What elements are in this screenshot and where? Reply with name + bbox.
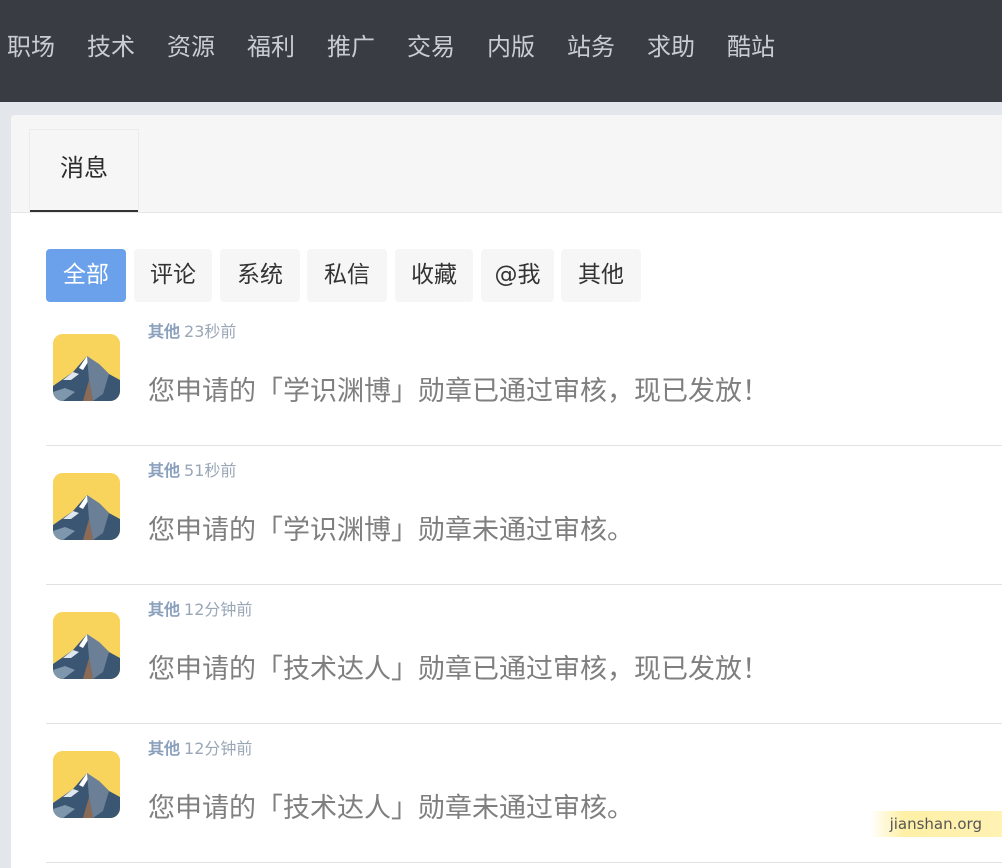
message-time: 12分钟前 [184, 739, 253, 758]
message-time: 51秒前 [184, 461, 237, 480]
filter-all[interactable]: 全部 [46, 249, 126, 302]
filter-mentions[interactable]: @我 [481, 249, 554, 302]
filter-system[interactable]: 系统 [220, 249, 300, 302]
tab-messages-label: 消息 [60, 154, 108, 182]
filter-other[interactable]: 其他 [561, 249, 641, 302]
nav-item-tech[interactable]: 技术 [87, 28, 135, 66]
nav-item-internal[interactable]: 内版 [487, 28, 535, 66]
message-text[interactable]: 您申请的「技术达人」勋章已通过审核，现已发放！ [148, 650, 769, 690]
message-text[interactable]: 您申请的「学识渊博」勋章未通过审核。 [148, 511, 634, 551]
message-type[interactable]: 其他 [148, 461, 180, 480]
filter-comments[interactable]: 评论 [134, 249, 212, 302]
mountain-icon[interactable] [53, 473, 120, 540]
message-meta: 其他 12分钟前 [148, 599, 252, 621]
message-type[interactable]: 其他 [148, 739, 180, 758]
top-navigation: 职场 技术 资源 福利 推广 交易 内版 站务 求助 酷站 [0, 0, 1002, 102]
watermark: jianshan.org [870, 811, 1002, 837]
nav-item-cool-sites[interactable]: 酷站 [727, 28, 775, 66]
nav-item-resources[interactable]: 资源 [167, 28, 215, 66]
nav-item-site[interactable]: 站务 [567, 28, 615, 66]
mountain-icon[interactable] [53, 334, 120, 401]
message-meta: 其他 51秒前 [148, 460, 236, 482]
filter-favorites[interactable]: 收藏 [395, 249, 473, 302]
mountain-icon[interactable] [53, 751, 120, 818]
tab-active-indicator [30, 210, 138, 212]
message-item[interactable]: 其他 51秒前 您申请的「学识渊博」勋章未通过审核。 [46, 446, 1002, 585]
nav-item-help[interactable]: 求助 [647, 28, 695, 66]
message-text[interactable]: 您申请的「学识渊博」勋章已通过审核，现已发放！ [148, 372, 769, 412]
message-type[interactable]: 其他 [148, 322, 180, 341]
message-type[interactable]: 其他 [148, 600, 180, 619]
message-item[interactable]: 其他 12分钟前 您申请的「技术达人」勋章未通过审核。 [46, 724, 1002, 863]
nav-item-promotion[interactable]: 推广 [327, 28, 375, 66]
tab-bar: 消息 [11, 115, 1002, 213]
message-time: 12分钟前 [184, 600, 253, 619]
nav-item-trade[interactable]: 交易 [407, 28, 455, 66]
message-meta: 其他 12分钟前 [148, 738, 252, 760]
message-time: 23秒前 [184, 322, 237, 341]
tab-messages[interactable]: 消息 [29, 129, 139, 212]
filter-private[interactable]: 私信 [307, 249, 387, 302]
message-item[interactable]: 其他 23秒前 您申请的「学识渊博」勋章已通过审核，现已发放！ [46, 307, 1002, 446]
nav-item-career[interactable]: 职场 [7, 28, 55, 66]
mountain-icon[interactable] [53, 612, 120, 679]
message-item[interactable]: 其他 12分钟前 您申请的「技术达人」勋章已通过审核，现已发放！ [46, 585, 1002, 724]
message-text[interactable]: 您申请的「技术达人」勋章未通过审核。 [148, 789, 634, 829]
nav-item-welfare[interactable]: 福利 [247, 28, 295, 66]
message-meta: 其他 23秒前 [148, 321, 236, 343]
